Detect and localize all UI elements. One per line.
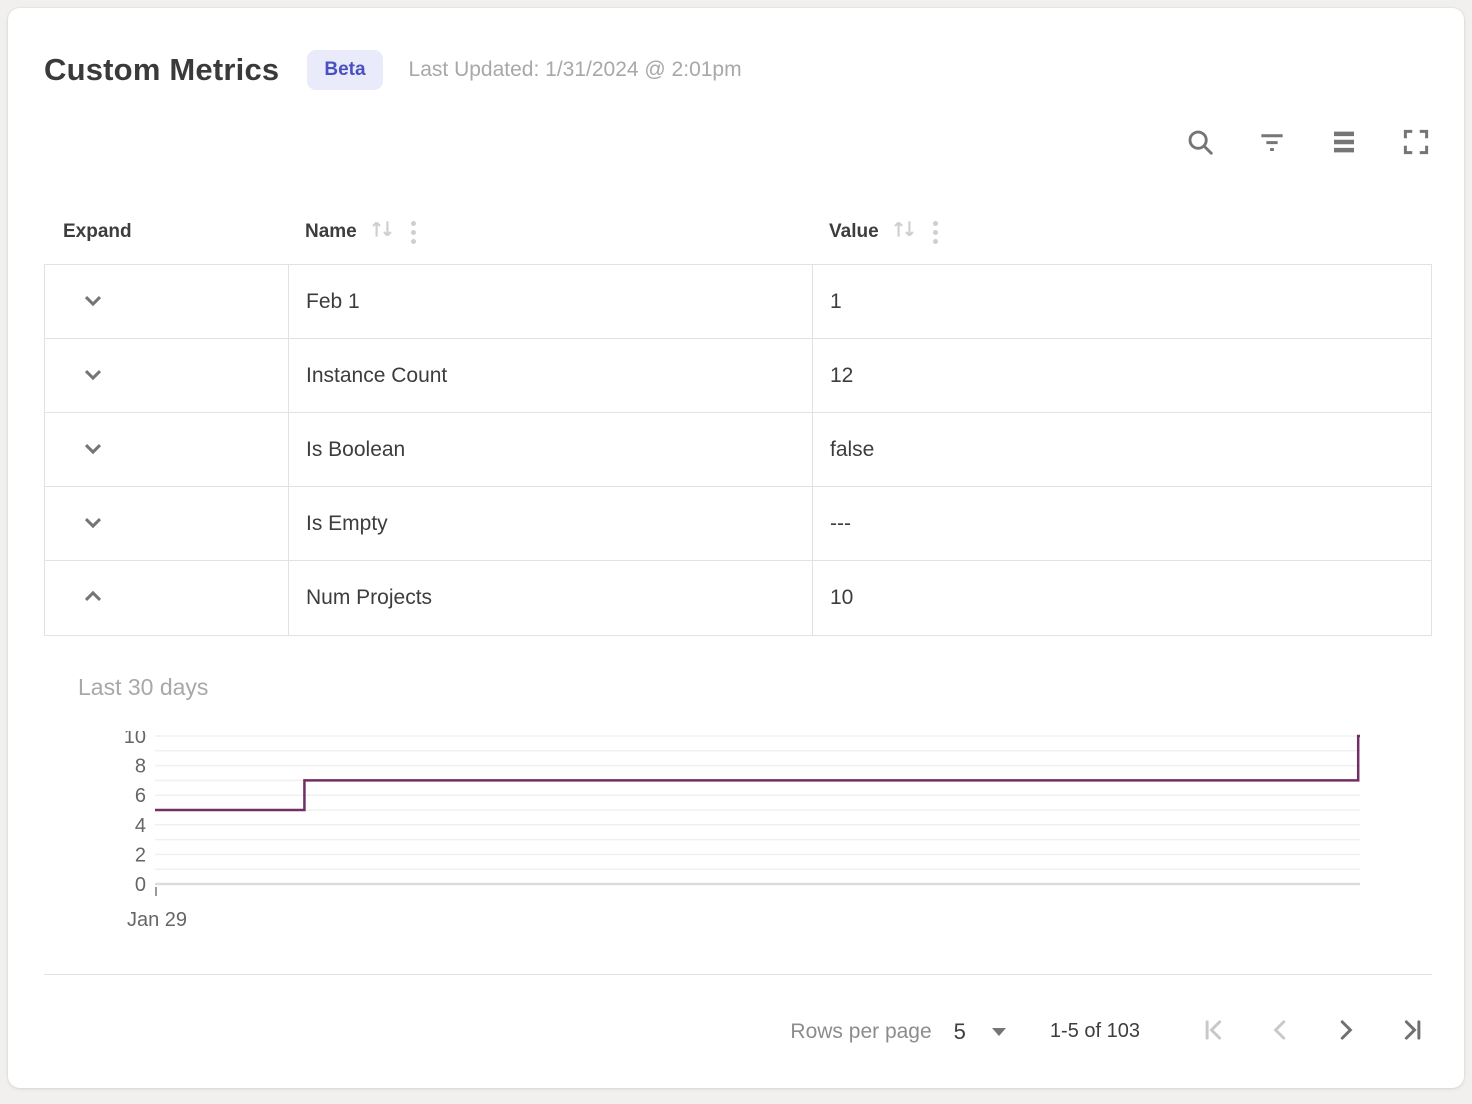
expand-row-button[interactable] [73,504,113,544]
chart-title: Last 30 days [78,674,1432,701]
column-label: Expand [63,221,132,243]
rows-per-page-label: Rows per page [790,1020,931,1044]
column-label: Name [305,221,357,243]
filter-button[interactable] [1256,126,1288,158]
first-page-button[interactable] [1194,1012,1234,1052]
last-page-icon [1397,1015,1427,1048]
sort-icon[interactable] [891,216,917,248]
svg-text:4: 4 [135,815,146,837]
svg-text:8: 8 [135,756,146,778]
column-menu-button[interactable] [409,219,418,246]
svg-text:2: 2 [135,844,146,866]
chevron-right-icon [1331,1015,1361,1048]
density-icon [1329,127,1359,157]
next-page-button[interactable] [1326,1012,1366,1052]
num-projects-step-chart: 0 2 4 6 8 10 Jan 29 [105,731,1367,931]
cell-value: 1 [813,265,1431,338]
grid-toolbar [44,124,1432,160]
table-row: Num Projects 10 [45,561,1431,635]
last-updated-text: Last Updated: 1/31/2024 @ 2:01pm [409,58,742,82]
custom-metrics-card: Custom Metrics Beta Last Updated: 1/31/2… [8,8,1464,1088]
svg-text:Jan 29: Jan 29 [127,909,187,931]
row-detail-panel: Last 30 days 0 2 4 6 8 10 Jan 29 [44,674,1432,936]
cell-name: Is Empty [289,487,813,560]
column-menu-button[interactable] [931,219,940,246]
chevron-down-icon [79,286,107,317]
cell-value: 12 [813,339,1431,412]
collapse-row-button[interactable] [73,578,113,618]
caret-down-icon [992,1028,1006,1036]
expand-row-button[interactable] [73,282,113,322]
chevron-down-icon [79,360,107,391]
header: Custom Metrics Beta Last Updated: 1/31/2… [44,8,1432,90]
rows-per-page-value: 5 [954,1019,966,1045]
previous-page-button[interactable] [1260,1012,1300,1052]
last-page-button[interactable] [1392,1012,1432,1052]
svg-text:6: 6 [135,785,146,807]
fullscreen-button[interactable] [1400,126,1432,158]
cell-value: 10 [813,561,1431,635]
expand-row-button[interactable] [73,356,113,396]
fullscreen-icon [1401,127,1431,157]
search-icon [1185,127,1215,157]
page-title: Custom Metrics [44,52,279,88]
filter-icon [1257,127,1287,157]
chevron-down-icon [79,508,107,539]
expand-row-button[interactable] [73,430,113,470]
search-button[interactable] [1184,126,1216,158]
cell-value: false [813,413,1431,486]
table-row: Instance Count 12 [45,339,1431,413]
column-label: Value [829,221,879,243]
first-page-icon [1199,1015,1229,1048]
table-row: Is Boolean false [45,413,1431,487]
density-button[interactable] [1328,126,1360,158]
svg-text:0: 0 [135,874,146,896]
cell-value: --- [813,487,1431,560]
page-range-label: 1-5 of 103 [1050,1020,1140,1043]
chevron-down-icon [79,434,107,465]
cell-name: Num Projects [289,561,813,635]
cell-name: Instance Count [289,339,813,412]
svg-text:10: 10 [124,731,146,748]
table-row: Is Empty --- [45,487,1431,561]
column-header-value[interactable]: Value [812,216,1432,248]
rows-per-page-select[interactable]: 5 [954,1019,1006,1045]
beta-badge: Beta [307,50,382,90]
column-header-name[interactable]: Name [288,216,812,248]
table-header: Expand Name Value [44,200,1432,264]
cell-name: Is Boolean [289,413,813,486]
sort-icon[interactable] [369,216,395,248]
pagination-footer: Rows per page 5 1-5 of 103 [44,974,1432,1088]
table-body: Feb 1 1 Instance Count 12 Is Boolean fal… [44,264,1432,636]
chevron-left-icon [1265,1015,1295,1048]
table-row: Feb 1 1 [45,265,1431,339]
column-header-expand: Expand [44,221,288,243]
chevron-up-icon [79,583,107,614]
cell-name: Feb 1 [289,265,813,338]
